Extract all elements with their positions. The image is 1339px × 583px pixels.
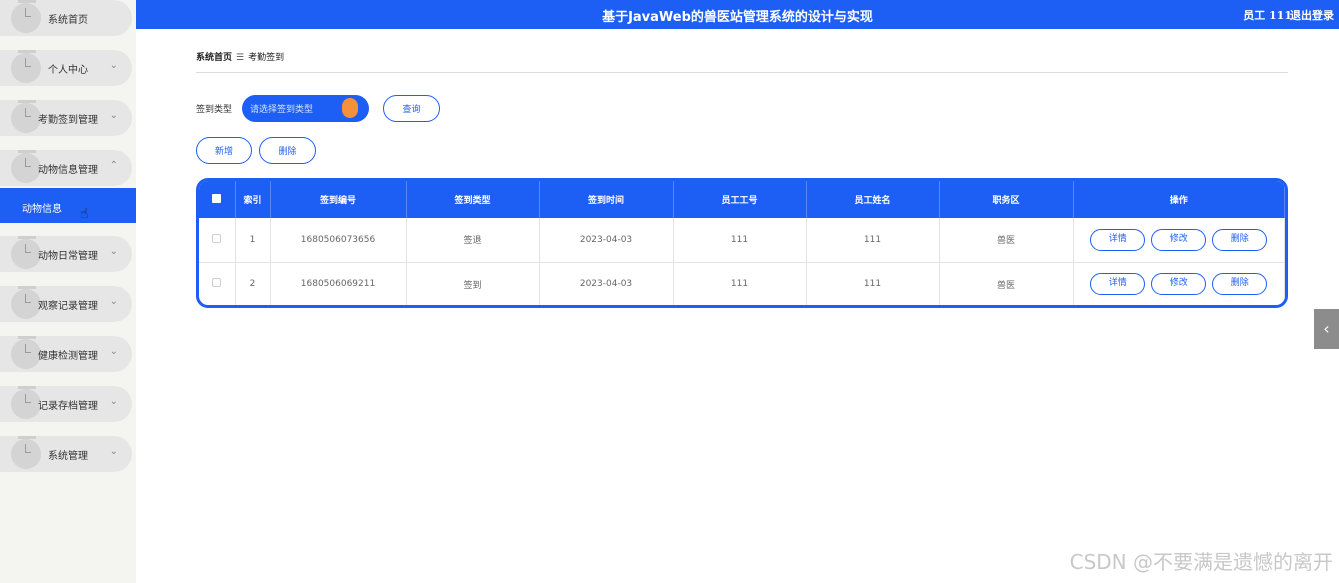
breadcrumb-current: 考勤签到 [248, 53, 285, 63]
sidebar: 系统首页 个人中心 ⌄ 考勤签到管理 ⌄ 动物信息管理 ⌃ 动物信息 ☝ 动物日… [0, 0, 136, 583]
column-header: 签到编号 [270, 181, 407, 218]
sidebar-item-animal-info[interactable]: 动物信息管理 ⌃ [0, 150, 132, 186]
search-label: 签到类型 [196, 105, 233, 115]
attendance-table: 索引 签到编号 签到类型 签到时间 员工工号 员工姓名 职务区 操作 1 168… [196, 178, 1288, 308]
breadcrumb-separator-icon: ☰ [236, 53, 245, 63]
menu-bubble-icon [11, 0, 41, 33]
chevron-down-icon: ⌄ [109, 60, 118, 71]
edit-button[interactable]: 修改 [1151, 228, 1207, 251]
sidebar-item-label: 记录存档管理 [38, 401, 98, 412]
chevron-up-icon: ⌃ [109, 160, 118, 171]
detail-button[interactable]: 详情 [1090, 228, 1146, 251]
column-header: 员工姓名 [806, 181, 940, 218]
menu-bubble-icon [11, 50, 41, 83]
column-header: 操作 [1073, 181, 1285, 218]
cell-emp-no: 111 [673, 262, 807, 305]
select-all-checkbox[interactable] [212, 193, 222, 203]
cell-code: 1680506073656 [270, 218, 407, 263]
cell-time: 2023-04-03 [539, 262, 674, 305]
menu-bubble-icon [11, 100, 41, 133]
sidebar-item-label: 个人中心 [48, 65, 88, 76]
breadcrumb: 系统首页 ☰ 考勤签到 [196, 50, 284, 63]
select-toggle-icon[interactable] [342, 98, 358, 118]
sidebar-item-label: 系统首页 [48, 15, 88, 26]
breadcrumb-divider [196, 72, 1288, 73]
column-header: 职务区 [939, 181, 1074, 218]
cell-actions: 详情 修改 删除 [1073, 262, 1285, 305]
row-checkbox[interactable] [212, 278, 222, 287]
add-button[interactable]: 新增 [196, 137, 252, 164]
table-row: 2 1680506069211 签到 2023-04-03 111 111 兽医… [199, 262, 1285, 305]
sidebar-item-profile[interactable]: 个人中心 ⌄ [0, 50, 132, 86]
chevron-down-icon: ⌄ [109, 296, 118, 307]
table-header-row: 索引 签到编号 签到类型 签到时间 员工工号 员工姓名 职务区 操作 [199, 181, 1285, 218]
sidebar-item-label: 健康检测管理 [38, 351, 98, 362]
column-header: 签到类型 [406, 181, 540, 218]
chevron-down-icon: ⌄ [109, 110, 118, 121]
sidebar-item-home[interactable]: 系统首页 [0, 0, 132, 36]
sidebar-item-system[interactable]: 系统管理 ⌄ [0, 436, 132, 472]
cell-area: 兽医 [939, 218, 1074, 263]
row-delete-button[interactable]: 删除 [1212, 273, 1268, 295]
detail-button[interactable]: 详情 [1090, 273, 1146, 295]
column-header: 员工工号 [673, 181, 807, 218]
sidebar-subitem-animal-info[interactable]: 动物信息 [0, 188, 136, 223]
cell-emp-name: 111 [806, 262, 940, 305]
cell-type: 签到 [406, 262, 540, 305]
cell-index: 2 [235, 262, 271, 305]
select-all-header[interactable] [199, 181, 236, 218]
top-bar: 基于JavaWeb的兽医站管理系统的设计与实现 员工 111 退出登录 [136, 0, 1339, 29]
sidebar-item-health[interactable]: 健康检测管理 ⌄ [0, 336, 132, 372]
sidebar-item-label: 系统管理 [48, 451, 88, 462]
delete-button[interactable]: 删除 [259, 137, 316, 164]
table-row: 1 1680506073656 签退 2023-04-03 111 111 兽医… [199, 218, 1285, 263]
menu-bubble-icon [11, 150, 41, 183]
cell-time: 2023-04-03 [539, 218, 674, 263]
query-button[interactable]: 查询 [383, 95, 440, 122]
row-checkbox[interactable] [212, 233, 222, 243]
current-user: 员工 111 [1243, 9, 1292, 22]
sidebar-item-archive[interactable]: 记录存档管理 ⌄ [0, 386, 132, 422]
row-delete-button[interactable]: 删除 [1212, 228, 1268, 251]
sidebar-item-animal-daily[interactable]: 动物日常管理 ⌄ [0, 236, 132, 272]
menu-bubble-icon [11, 286, 41, 319]
cell-index: 1 [235, 218, 271, 263]
app-title: 基于JavaWeb的兽医站管理系统的设计与实现 [602, 10, 873, 25]
menu-bubble-icon [11, 236, 41, 269]
chevron-down-icon: ⌄ [109, 346, 118, 357]
sidebar-item-label: 观察记录管理 [38, 301, 98, 312]
sidebar-item-label: 动物日常管理 [38, 251, 98, 262]
sidebar-item-attendance[interactable]: 考勤签到管理 ⌄ [0, 100, 132, 136]
menu-bubble-icon [11, 336, 41, 369]
cell-code: 1680506069211 [270, 262, 407, 305]
cell-emp-name: 111 [806, 218, 940, 263]
cell-emp-no: 111 [673, 218, 807, 263]
collapse-panel-icon[interactable]: ‹ [1314, 309, 1339, 349]
column-header: 索引 [235, 181, 271, 218]
menu-bubble-icon [11, 386, 41, 419]
logout-link[interactable]: 退出登录 [1290, 7, 1334, 23]
sidebar-item-label: 考勤签到管理 [38, 115, 98, 126]
sidebar-subitem-label: 动物信息 [22, 204, 62, 215]
cell-type: 签退 [406, 218, 540, 263]
chevron-down-icon: ⌄ [109, 446, 118, 457]
breadcrumb-home[interactable]: 系统首页 [196, 53, 232, 63]
menu-bubble-icon [11, 436, 41, 469]
cell-actions: 详情 修改 删除 [1073, 218, 1285, 263]
sidebar-item-label: 动物信息管理 [38, 165, 98, 176]
sidebar-item-observation[interactable]: 观察记录管理 ⌄ [0, 286, 132, 322]
hand-cursor-icon: ☝ [80, 206, 89, 222]
cell-area: 兽医 [939, 262, 1074, 305]
chevron-down-icon: ⌄ [109, 396, 118, 407]
edit-button[interactable]: 修改 [1151, 273, 1207, 295]
column-header: 签到时间 [539, 181, 674, 218]
watermark: CSDN @不要满是遗憾的离开 [1069, 550, 1333, 574]
chevron-down-icon: ⌄ [109, 246, 118, 257]
